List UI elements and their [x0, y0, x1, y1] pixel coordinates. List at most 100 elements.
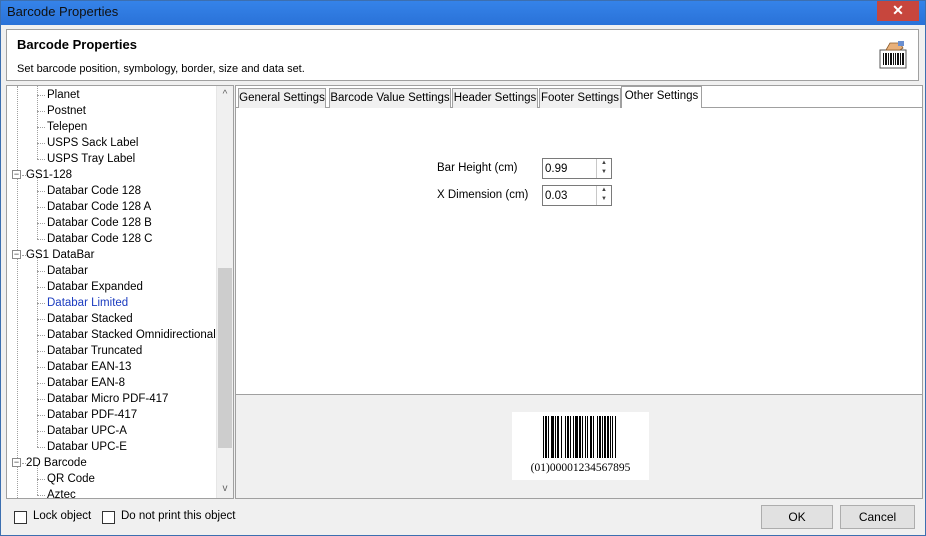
barcode-bar: [615, 416, 616, 458]
tree-connector: [37, 127, 45, 128]
tree-item[interactable]: Databar PDF-417: [47, 407, 137, 423]
title-bar: Barcode Properties ✕: [1, 1, 925, 25]
barcode-bar: [612, 416, 613, 458]
tree-item[interactable]: USPS Tray Label: [47, 151, 135, 167]
tree-item[interactable]: Postnet: [47, 103, 86, 119]
bar-height-label: Bar Height (cm): [437, 162, 518, 174]
tree-item[interactable]: GS1-128: [26, 167, 72, 183]
barcode-hand-icon: [879, 41, 907, 69]
spin-up-icon[interactable]: ▲: [597, 186, 611, 195]
barcode-bar: [570, 416, 571, 458]
bar-height-input[interactable]: [545, 161, 595, 176]
tab-header-settings[interactable]: Header Settings: [452, 88, 538, 108]
collapse-toggle-icon[interactable]: −: [12, 170, 21, 179]
tab-footer-settings[interactable]: Footer Settings: [539, 88, 621, 108]
tab-other-settings[interactable]: Other Settings: [621, 86, 702, 109]
tree-item[interactable]: Planet: [47, 87, 80, 103]
tree-item[interactable]: Databar EAN-8: [47, 375, 125, 391]
tree-connector: [37, 239, 45, 240]
x-dimension-stepper[interactable]: ▲ ▼: [542, 185, 612, 206]
tree-item[interactable]: Databar Code 128 A: [47, 199, 151, 215]
tree-connector: [37, 271, 45, 272]
tree-connector: [37, 223, 45, 224]
spin-down-icon[interactable]: ▼: [597, 195, 611, 204]
tab-general-settings[interactable]: General Settings: [238, 88, 326, 108]
tree-item[interactable]: Databar Truncated: [47, 343, 142, 359]
tree-connector: [37, 447, 45, 448]
tree-item[interactable]: Databar Stacked: [47, 311, 133, 327]
barcode-properties-window: Barcode Properties ✕ Barcode Properties …: [0, 0, 926, 536]
spin-up-icon[interactable]: ▲: [597, 159, 611, 168]
tree-item[interactable]: Telepen: [47, 119, 87, 135]
barcode-bar: [585, 416, 586, 458]
barcode-bar: [610, 416, 611, 458]
tree-connector: [37, 257, 38, 447]
header-panel: Barcode Properties Set barcode position,…: [6, 29, 919, 81]
window-title: Barcode Properties: [7, 4, 119, 19]
tree-item[interactable]: USPS Sack Label: [47, 135, 138, 151]
barcode-bars: [543, 416, 616, 458]
do-not-print-checkbox[interactable]: [102, 511, 115, 524]
bar-height-spin-buttons: ▲ ▼: [596, 159, 611, 178]
barcode-bar: [551, 416, 554, 458]
tree-connector: [37, 399, 45, 400]
barcode-bar: [561, 416, 562, 458]
collapse-toggle-icon[interactable]: −: [12, 458, 21, 467]
x-dimension-input[interactable]: [545, 188, 595, 203]
lock-object-label: Lock object: [33, 510, 92, 522]
barcode-bar: [543, 416, 544, 458]
tree-item[interactable]: Databar UPC-E: [47, 439, 127, 455]
barcode-bar: [573, 416, 574, 458]
scroll-thumb[interactable]: [218, 268, 232, 448]
scroll-up-icon[interactable]: ^: [217, 87, 233, 103]
tree-item[interactable]: Databar: [47, 263, 88, 279]
tree-item[interactable]: Databar Code 128: [47, 183, 141, 199]
tab-strip: General Settings Barcode Value Settings …: [236, 86, 922, 109]
do-not-print-label: Do not print this object: [121, 510, 236, 522]
tree-connector: [37, 86, 38, 159]
tree-connector: [37, 303, 45, 304]
cancel-button[interactable]: Cancel: [840, 505, 915, 529]
lock-object-checkbox[interactable]: [14, 511, 27, 524]
barcode-bar: [579, 416, 581, 458]
tree-connector: [37, 111, 45, 112]
tree-item[interactable]: Databar UPC-A: [47, 423, 127, 439]
tree-connector: [37, 287, 45, 288]
barcode-bar: [604, 416, 606, 458]
tab-barcode-value-settings[interactable]: Barcode Value Settings: [329, 88, 451, 108]
tree-item[interactable]: Databar Code 128 B: [47, 215, 152, 231]
bar-height-stepper[interactable]: ▲ ▼: [542, 158, 612, 179]
ok-button[interactable]: OK: [761, 505, 833, 529]
spin-down-icon[interactable]: ▼: [597, 168, 611, 177]
barcode-bar: [599, 416, 601, 458]
barcode-bar: [557, 416, 559, 458]
tree-connector: [17, 86, 18, 498]
tree-item[interactable]: GS1 DataBar: [26, 247, 94, 263]
tree-item[interactable]: 2D Barcode: [26, 455, 87, 471]
header-subtitle: Set barcode position, symbology, border,…: [17, 63, 305, 75]
barcode-bar: [575, 416, 578, 458]
tree-item[interactable]: Databar Limited: [47, 295, 128, 311]
tree-item[interactable]: Aztec: [47, 487, 76, 498]
x-dimension-label: X Dimension (cm): [437, 189, 529, 201]
tree-item[interactable]: QR Code: [47, 471, 95, 487]
barcode-bar: [567, 416, 569, 458]
tree-connector: [37, 383, 45, 384]
collapse-toggle-icon[interactable]: −: [12, 250, 21, 259]
tree-connector: [37, 495, 45, 496]
other-settings-area: Bar Height (cm) ▲ ▼ X Dimension (cm) ▲ ▼: [236, 108, 922, 394]
symbology-tree[interactable]: − − − Planet Postnet Telepen USPS Sack Label U…: [6, 85, 234, 499]
tree-connector: [37, 143, 45, 144]
tree-scrollbar[interactable]: ^ v: [216, 86, 233, 498]
tree-connector: [37, 95, 45, 96]
settings-panel: General Settings Barcode Value Settings …: [235, 85, 923, 499]
tree-item[interactable]: Databar Expanded: [47, 279, 143, 295]
tree-item[interactable]: Databar Code 128 C: [47, 231, 152, 247]
tree-item[interactable]: Databar Micro PDF-417: [47, 391, 168, 407]
close-button[interactable]: ✕: [877, 1, 919, 21]
scroll-down-icon[interactable]: v: [217, 481, 233, 497]
barcode-human-readable-text: (01)00001234567895: [530, 462, 631, 474]
tree-item[interactable]: Databar Stacked Omnidirectional: [47, 327, 216, 343]
tree-item[interactable]: Databar EAN-13: [47, 359, 131, 375]
tree-connector: [37, 319, 45, 320]
